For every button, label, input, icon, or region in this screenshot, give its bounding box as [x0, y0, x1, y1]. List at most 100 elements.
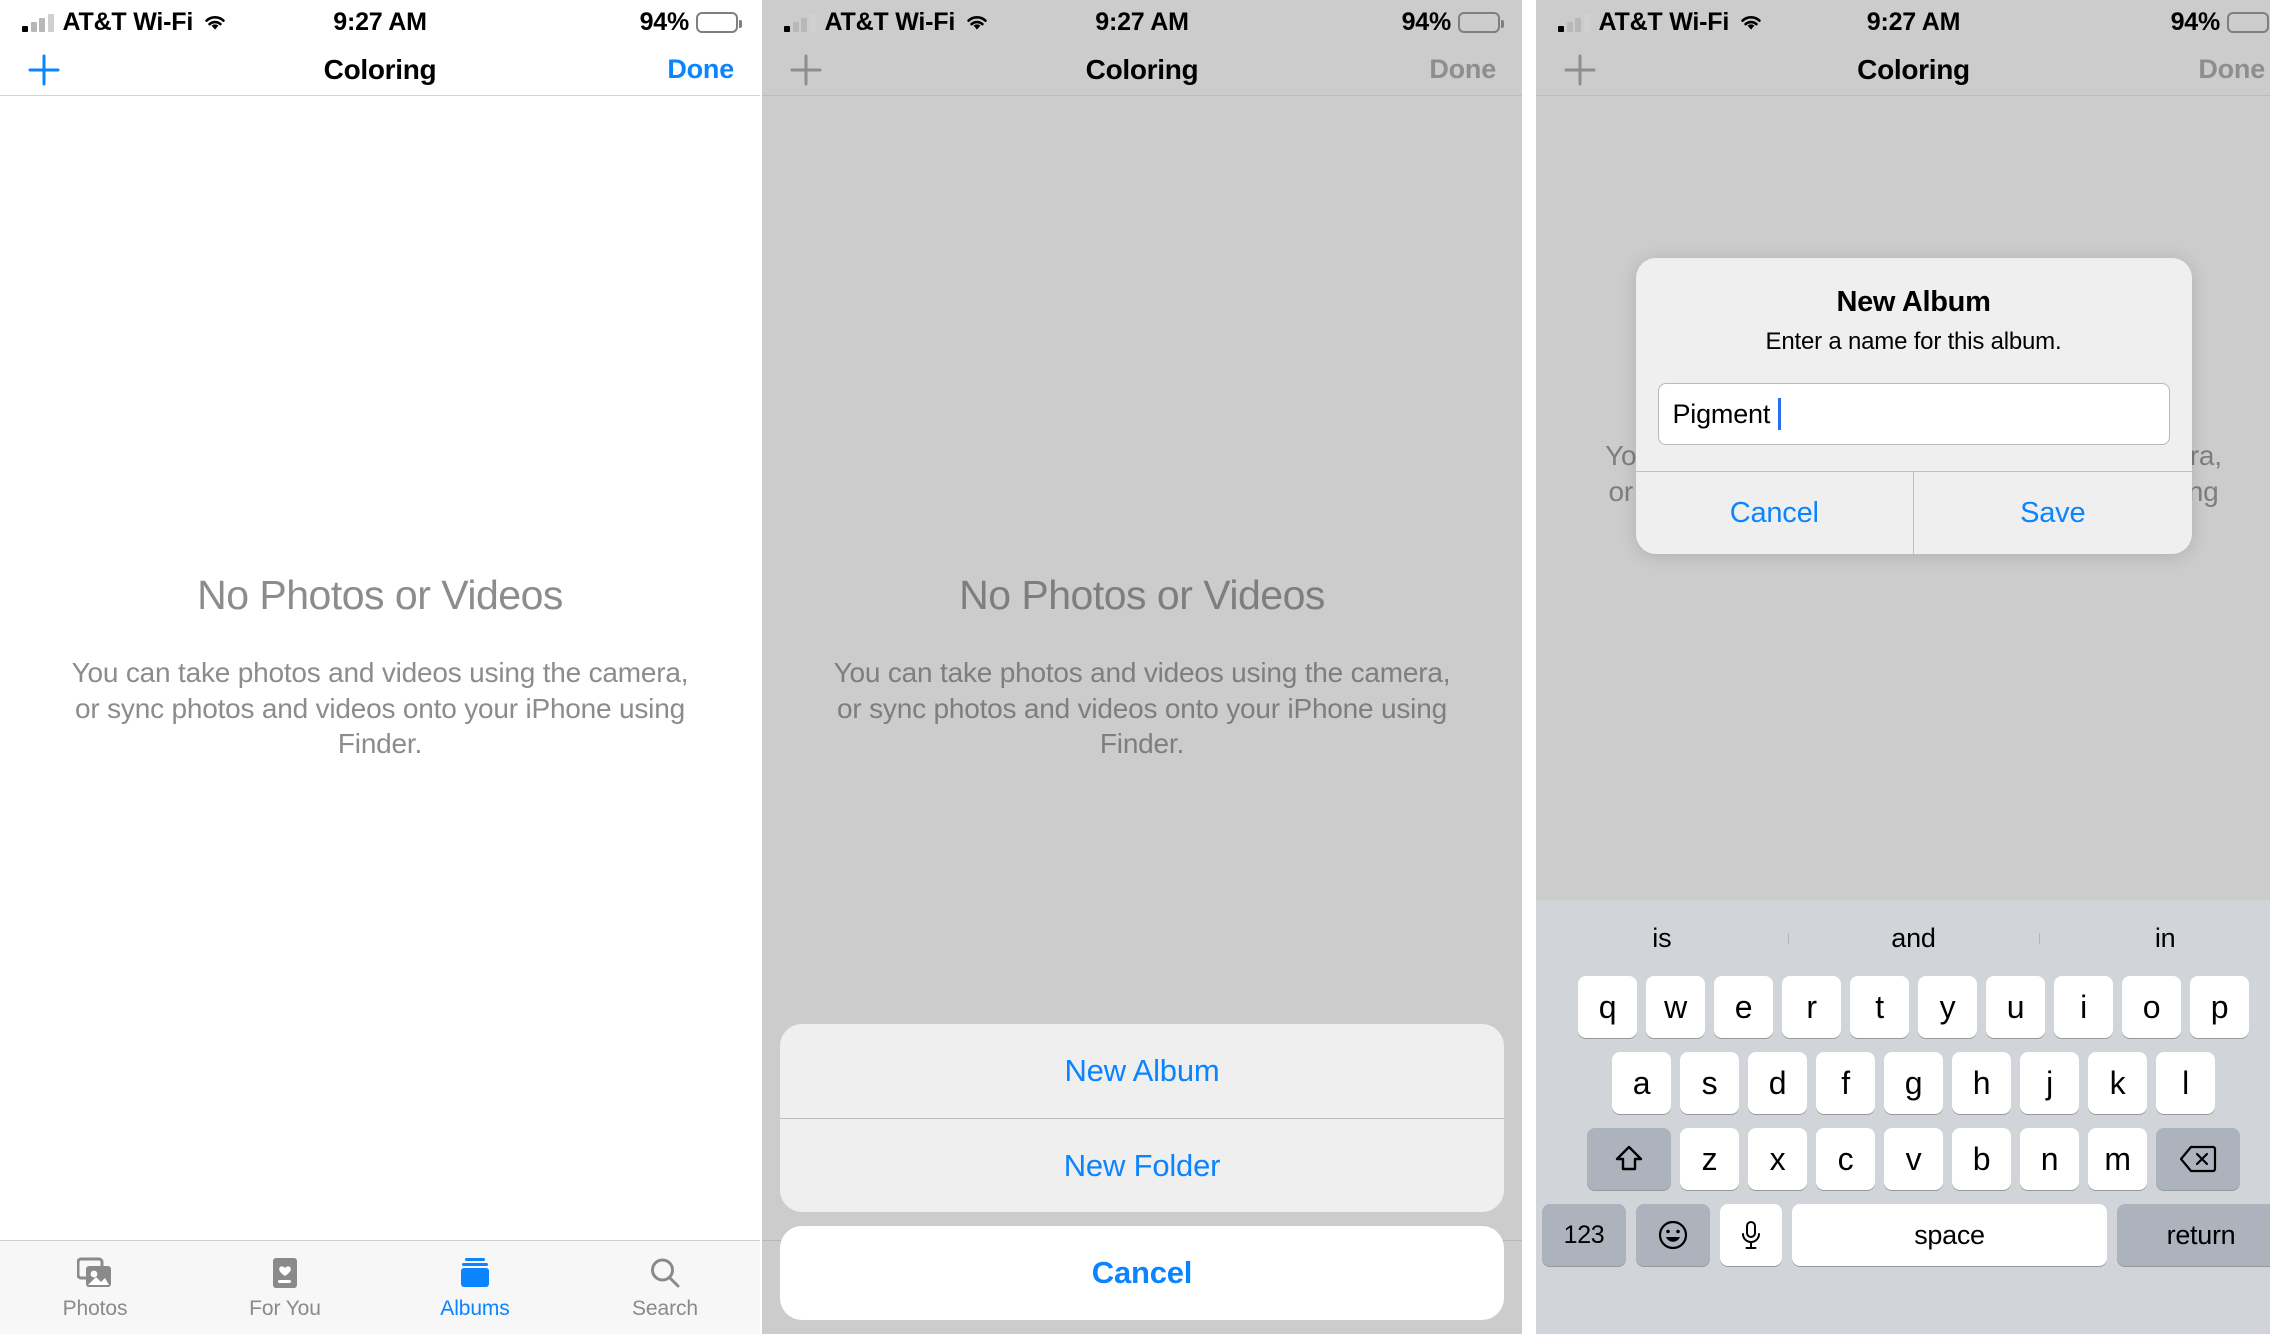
- alert-cancel-button[interactable]: Cancel: [1636, 472, 1914, 554]
- alert-save-button[interactable]: Save: [1913, 472, 2192, 554]
- key-q[interactable]: q: [1578, 976, 1637, 1038]
- action-sheet-options: New Album New Folder: [780, 1024, 1504, 1212]
- key-e[interactable]: e: [1714, 976, 1773, 1038]
- carrier-label: AT&T Wi-Fi: [824, 7, 956, 36]
- nav-left: [26, 52, 324, 88]
- prediction-candidate[interactable]: and: [1787, 923, 2040, 954]
- key-v[interactable]: v: [1884, 1128, 1943, 1190]
- empty-state-title: No Photos or Videos: [959, 571, 1325, 618]
- new-album-alert: New Album Enter a name for this album. P…: [1635, 258, 2192, 554]
- wifi-icon: [967, 16, 987, 30]
- key-o[interactable]: o: [2122, 976, 2181, 1038]
- tab-label: Photos: [62, 1296, 128, 1320]
- key-l[interactable]: l: [2156, 1052, 2215, 1114]
- search-icon: [649, 1255, 681, 1291]
- status-bar-right: 94%: [1960, 7, 2270, 37]
- key-n[interactable]: n: [2020, 1128, 2079, 1190]
- battery-percent-label: 94%: [1401, 7, 1452, 36]
- prediction-bar: is and in: [1536, 900, 2270, 976]
- keyboard-row-4: 123 space return: [1542, 1204, 2270, 1266]
- key-f[interactable]: f: [1816, 1052, 1875, 1114]
- battery-percent-label: 94%: [639, 7, 690, 36]
- on-screen-keyboard: is and in q w e r t y u i o p a s d f g …: [1536, 900, 2270, 1334]
- battery-icon: [696, 11, 743, 33]
- tab-label: For You: [249, 1296, 321, 1320]
- page-title: Coloring: [1857, 53, 1970, 85]
- emoji-icon[interactable]: [1636, 1204, 1710, 1266]
- new-album-button[interactable]: New Album: [780, 1024, 1504, 1118]
- key-s[interactable]: s: [1680, 1052, 1739, 1114]
- alert-actions: Cancel Save: [1635, 471, 2192, 554]
- status-bar-time: 9:27 AM: [1095, 7, 1189, 36]
- key-c[interactable]: c: [1816, 1128, 1875, 1190]
- alert-body: New Album Enter a name for this album. P…: [1636, 258, 2192, 471]
- tab-for-you[interactable]: For You: [190, 1241, 380, 1334]
- action-sheet-cancel-button[interactable]: Cancel: [780, 1226, 1504, 1320]
- battery-icon: [1458, 11, 1505, 33]
- plus-icon: [1564, 54, 1596, 85]
- tab-albums[interactable]: Albums: [380, 1241, 570, 1334]
- key-w[interactable]: w: [1646, 976, 1705, 1038]
- key-k[interactable]: k: [2088, 1052, 2147, 1114]
- new-folder-button[interactable]: New Folder: [780, 1118, 1504, 1212]
- albums-icon: [459, 1255, 491, 1291]
- cellular-signal-icon: [784, 12, 816, 32]
- tab-photos[interactable]: Photos: [0, 1241, 190, 1334]
- key-g[interactable]: g: [1884, 1052, 1943, 1114]
- key-t[interactable]: t: [1850, 976, 1909, 1038]
- plus-icon[interactable]: [26, 52, 62, 88]
- key-h[interactable]: h: [1952, 1052, 2011, 1114]
- empty-state-subtitle: You can take photos and videos using the…: [833, 656, 1451, 760]
- status-bar: AT&T Wi-Fi 9:27 AM 94%: [1536, 0, 2270, 44]
- keyboard-rows: q w e r t y u i o p a s d f g h j k l z …: [1536, 976, 2270, 1266]
- screen-action-sheet: AT&T Wi-Fi 9:27 AM 94% Coloring Done No …: [762, 0, 1522, 1334]
- key-d[interactable]: d: [1748, 1052, 1807, 1114]
- alert-message: Enter a name for this album.: [1765, 328, 2062, 355]
- screen-new-album-dialog: AT&T Wi-Fi 9:27 AM 94% Coloring Done You…: [1536, 0, 2270, 1334]
- done-button[interactable]: Done: [667, 54, 734, 85]
- album-name-value: Pigment: [1672, 398, 1771, 429]
- nav-left: [788, 52, 1086, 88]
- numbers-key[interactable]: 123: [1542, 1204, 1626, 1266]
- return-key[interactable]: return: [2117, 1204, 2270, 1266]
- key-r[interactable]: r: [1782, 976, 1841, 1038]
- screen-albums-empty: AT&T Wi-Fi 9:27 AM 94% Coloring Done No …: [0, 0, 760, 1334]
- key-x[interactable]: x: [1748, 1128, 1807, 1190]
- prediction-candidate[interactable]: is: [1536, 923, 1788, 954]
- text-caret: [1778, 398, 1782, 430]
- prediction-candidate[interactable]: in: [2039, 923, 2270, 954]
- navigation-bar: Coloring Done: [1536, 44, 2270, 96]
- tab-search[interactable]: Search: [570, 1241, 760, 1334]
- backspace-icon[interactable]: [2156, 1128, 2240, 1190]
- key-m[interactable]: m: [2088, 1128, 2147, 1190]
- done-button: Done: [1429, 54, 1497, 84]
- key-y[interactable]: y: [1918, 976, 1977, 1038]
- status-bar: AT&T Wi-Fi 9:27 AM 94%: [0, 0, 760, 44]
- cellular-signal-icon: [1558, 12, 1590, 32]
- battery-percent-label: 94%: [2170, 7, 2221, 36]
- status-bar-time: 9:27 AM: [333, 7, 427, 36]
- space-key[interactable]: space: [1792, 1204, 2107, 1266]
- key-a[interactable]: a: [1612, 1052, 1671, 1114]
- key-b[interactable]: b: [1952, 1128, 2011, 1190]
- key-z[interactable]: z: [1680, 1128, 1739, 1190]
- status-bar-left: AT&T Wi-Fi: [22, 8, 333, 37]
- for-you-icon: [272, 1255, 298, 1291]
- key-j[interactable]: j: [2020, 1052, 2079, 1114]
- empty-state: No Photos or Videos You can take photos …: [0, 0, 760, 1334]
- microphone-icon[interactable]: [1720, 1204, 1782, 1266]
- cellular-signal-icon: [22, 12, 54, 32]
- album-name-input[interactable]: Pigment: [1657, 383, 2170, 445]
- key-i[interactable]: i: [2054, 976, 2113, 1038]
- key-p[interactable]: p: [2190, 976, 2249, 1038]
- carrier-label: AT&T Wi-Fi: [1598, 7, 1730, 36]
- plus-icon: [790, 54, 822, 85]
- done-button: Done: [2198, 54, 2266, 84]
- shift-icon[interactable]: [1587, 1128, 1671, 1190]
- nav-right: Done: [1198, 54, 1496, 85]
- wifi-icon: [205, 16, 225, 30]
- keyboard-row-1: q w e r t y u i o p: [1542, 976, 2270, 1038]
- page-title: Coloring: [323, 53, 437, 85]
- navigation-bar: Coloring Done: [762, 44, 1522, 96]
- key-u[interactable]: u: [1986, 976, 2045, 1038]
